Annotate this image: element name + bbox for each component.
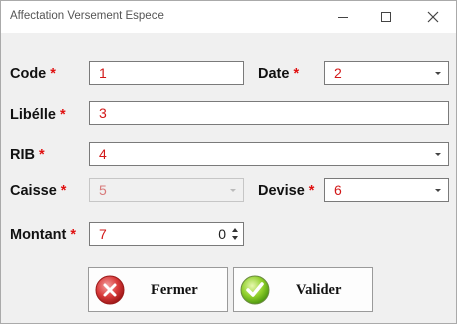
libelle-label: Libélle *	[10, 107, 66, 123]
code-label-text: Code	[10, 66, 47, 82]
date-label: Date *	[258, 66, 299, 82]
montant-label: Montant *	[10, 227, 76, 243]
caisse-label: Caisse *	[10, 183, 66, 199]
devise-dropdown-value: 6	[334, 182, 342, 198]
rib-dropdown-value: 4	[99, 146, 107, 162]
required-marker: *	[293, 66, 300, 82]
rib-dropdown[interactable]: 4	[89, 142, 449, 166]
chevron-down-icon[interactable]	[432, 62, 444, 84]
rib-label: RIB *	[10, 147, 45, 163]
code-label: Code *	[10, 66, 56, 82]
maximize-icon	[381, 12, 391, 22]
chevron-down-icon[interactable]	[432, 143, 444, 165]
date-picker[interactable]: 2	[324, 61, 449, 85]
window-title: Affectation Versement Espece	[10, 10, 164, 22]
montant-input-value: 7	[99, 226, 107, 242]
valider-button-label: Valider	[296, 282, 342, 298]
libelle-input-value: 3	[99, 105, 107, 121]
code-input[interactable]: 1	[89, 61, 244, 85]
required-marker: *	[60, 183, 67, 199]
required-marker: *	[38, 147, 45, 163]
required-marker: *	[59, 107, 66, 123]
fermer-button-label: Fermer	[151, 282, 198, 298]
code-input-value: 1	[99, 65, 107, 81]
caisse-dropdown: 5	[89, 178, 244, 202]
date-picker-value: 2	[334, 65, 342, 81]
maximize-button[interactable]	[375, 6, 397, 28]
spin-up-icon[interactable]	[232, 228, 238, 232]
check-icon	[240, 275, 270, 305]
montant-label-text: Montant	[10, 227, 67, 243]
chevron-down-icon[interactable]	[432, 179, 444, 201]
rib-label-text: RIB	[10, 147, 35, 163]
devise-label-text: Devise	[258, 183, 305, 199]
caisse-dropdown-value: 5	[99, 182, 107, 198]
spin-down-icon[interactable]	[232, 236, 238, 240]
minimize-icon	[338, 17, 348, 18]
required-marker: *	[70, 227, 77, 243]
required-marker: *	[50, 66, 56, 82]
montant-numeric-input[interactable]: 7 0	[89, 222, 244, 246]
close-button[interactable]	[422, 6, 444, 28]
fermer-button[interactable]: Fermer	[88, 267, 228, 312]
caisse-label-text: Caisse	[10, 183, 57, 199]
chevron-down-icon	[227, 179, 239, 201]
montant-spinner[interactable]	[229, 224, 242, 244]
date-label-text: Date	[258, 66, 290, 82]
dialog-window: Affectation Versement Espece Code * 1 Dat…	[0, 0, 457, 324]
title-bar: Affectation Versement Espece	[1, 1, 456, 33]
devise-dropdown[interactable]: 6	[324, 178, 449, 202]
libelle-input[interactable]: 3	[89, 101, 449, 125]
close-icon	[427, 11, 439, 23]
cancel-icon	[95, 275, 125, 305]
libelle-label-text: Libélle	[10, 107, 56, 123]
required-marker: *	[308, 183, 315, 199]
minimize-button[interactable]	[332, 6, 354, 28]
devise-label: Devise *	[258, 183, 314, 199]
montant-number: 0	[218, 226, 226, 242]
valider-button[interactable]: Valider	[233, 267, 373, 312]
